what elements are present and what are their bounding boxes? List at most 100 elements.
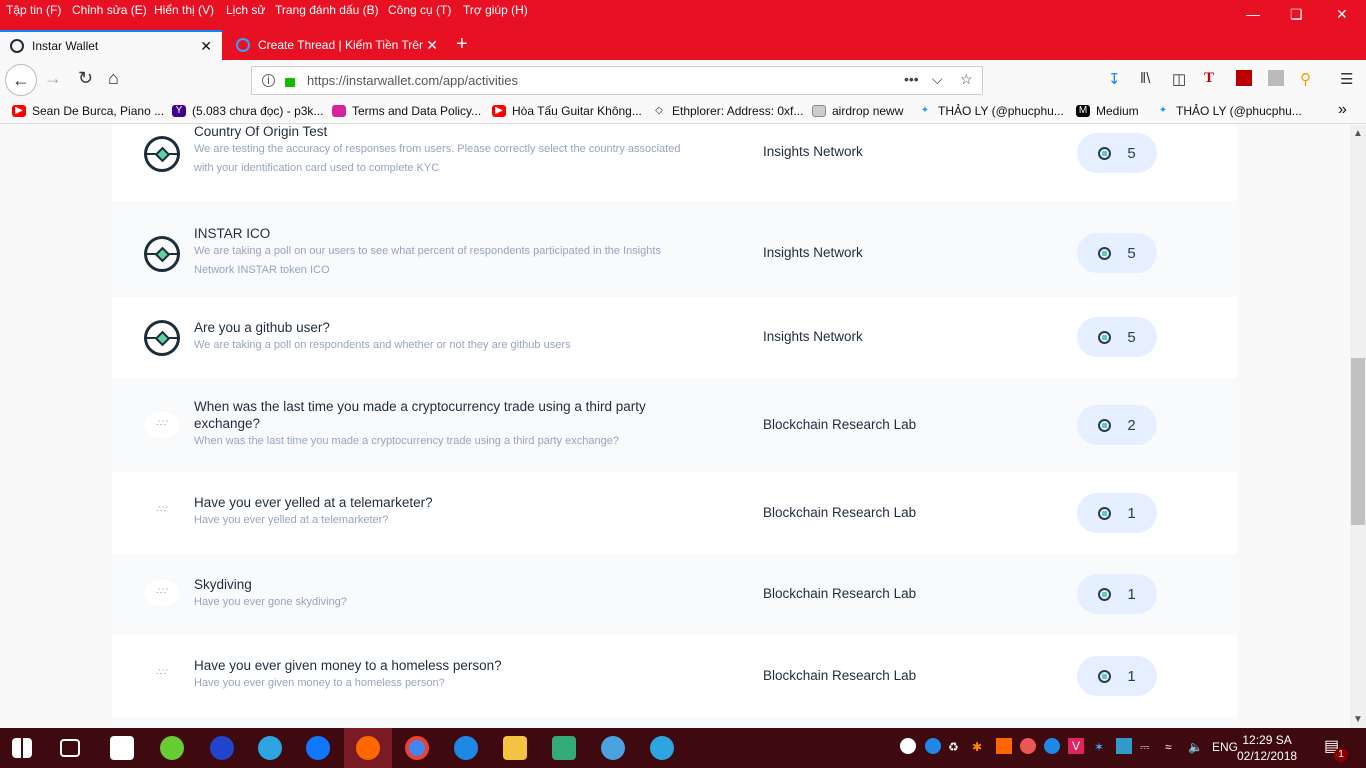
blockchain-research-lab-logo-icon: ∴∵ (144, 498, 180, 524)
bookmark[interactable]: ▶ Sean De Burca, Piano ... (12, 104, 164, 118)
page-actions-icon[interactable]: ••• (904, 71, 919, 87)
avast-icon[interactable]: ✱ (972, 740, 982, 754)
bookmark[interactable]: ✦ THẢO LY (@phucphu... (1156, 104, 1302, 118)
minimize-button[interactable]: — (1246, 6, 1260, 22)
menu-file[interactable]: Tập tin (F) (6, 3, 61, 17)
app-icon[interactable] (454, 736, 478, 760)
app-icon[interactable] (552, 736, 576, 760)
windows-start-icon[interactable] (12, 738, 32, 758)
notification-count: 1 (1334, 748, 1348, 762)
more-bookmarks-icon[interactable]: » (1338, 101, 1347, 119)
reward-badge[interactable]: 1 (1077, 493, 1157, 533)
tray-app-icon[interactable] (1020, 738, 1036, 754)
reward-badge[interactable]: 5 (1077, 317, 1157, 357)
scroll-down-icon[interactable]: ▼ (1353, 714, 1363, 725)
reward-badge[interactable]: 1 (1077, 574, 1157, 614)
activity-row[interactable]: ∴∵ Skydiving Have you ever gone skydiving… (112, 554, 1237, 635)
instar-token-icon (1098, 330, 1112, 344)
home-button[interactable]: ⌂ (108, 68, 119, 89)
bookmark[interactable]: ◇ Ethplorer: Address: 0xf... (652, 104, 803, 118)
activity-row[interactable]: ∴∵ Have you ever yelled at a telemarkete… (112, 472, 1237, 554)
telegram-icon[interactable] (258, 736, 282, 760)
info-icon[interactable]: i (262, 74, 275, 87)
activity-row[interactable]: Are you a github user? We are taking a po… (112, 297, 1237, 378)
tray-app-icon[interactable] (996, 738, 1012, 754)
tray-app-icon[interactable] (925, 738, 941, 754)
activity-organization: Blockchain Research Lab (763, 505, 917, 520)
reward-badge[interactable]: 5 (1077, 233, 1157, 273)
reward-badge[interactable]: 5 (1077, 133, 1157, 173)
activity-organization: Insights Network (763, 245, 863, 260)
activity-row[interactable]: ∴∵ Have you ever given money to a homele… (112, 635, 1237, 717)
telegram-icon[interactable] (650, 736, 674, 760)
firefox-icon[interactable] (356, 736, 380, 760)
hamburger-menu-icon[interactable]: ☰ (1340, 70, 1353, 88)
activity-row[interactable]: INSTAR ICO We are taking a poll on our us… (112, 201, 1237, 297)
mail-app-icon[interactable] (110, 736, 134, 760)
app-icon[interactable] (601, 736, 625, 760)
sidebar-icon[interactable]: ◫ (1172, 70, 1186, 88)
bluetooth-icon[interactable]: ✶ (1094, 740, 1104, 754)
instar-favicon-icon (10, 39, 24, 53)
instar-token-icon (1098, 506, 1112, 520)
wifi-hotspot-icon[interactable]: ♻ (948, 740, 959, 754)
close-tab-icon[interactable]: ✕ (200, 38, 212, 55)
reload-button[interactable]: ↻ (78, 68, 93, 89)
scroll-up-icon[interactable]: ▲ (1353, 128, 1363, 139)
bookmark[interactable]: M Medium (1076, 104, 1139, 118)
bookmark-star-icon[interactable]: ☆ (960, 71, 973, 88)
firefox-dev-icon[interactable] (306, 736, 330, 760)
reward-amount: 1 (1127, 667, 1136, 685)
back-button[interactable]: ← (5, 64, 37, 96)
activity-row[interactable] (112, 717, 1237, 728)
library-icon[interactable]: ‖\ (1140, 70, 1150, 87)
viewcount-extension-icon[interactable] (1236, 70, 1252, 86)
network-icon[interactable]: ≈ (1165, 740, 1172, 754)
bookmark-folder[interactable]: airdrop neww (812, 104, 903, 118)
forward-button[interactable]: → (44, 68, 62, 89)
activity-row[interactable]: ∴∵ When was the last time you made a cry… (112, 378, 1237, 472)
menu-edit[interactable]: Chỉnh sửa (E) (72, 3, 147, 17)
download-icon[interactable]: ↧ (1108, 70, 1121, 88)
task-view-icon[interactable] (60, 739, 80, 757)
restore-button[interactable]: ❏ (1290, 6, 1303, 23)
pocket-icon[interactable]: ⌵ (932, 71, 943, 88)
url-text[interactable]: https://instarwallet.com/app/activities (307, 73, 518, 88)
menu-bookmarks[interactable]: Trang đánh dấu (B) (275, 3, 379, 17)
activity-description: Have you ever given money to a homeless … (194, 677, 445, 689)
close-window-button[interactable]: ✕ (1336, 6, 1348, 23)
scrollbar-thumb[interactable] (1351, 358, 1365, 525)
reward-badge[interactable]: 2 (1077, 405, 1157, 445)
bookmark[interactable]: Y (5.083 chưa đọc) - p3k... (172, 104, 323, 118)
menu-history[interactable]: Lịch sử (226, 3, 265, 17)
volume-icon[interactable]: 🔈 (1188, 740, 1203, 754)
reward-badge[interactable]: 1 (1077, 656, 1157, 696)
clock[interactable]: 12:29 SA 02/12/2018 (1237, 732, 1297, 764)
key-extension-icon[interactable]: ⚲ (1300, 70, 1311, 88)
input-language[interactable]: ENG (1212, 740, 1238, 754)
close-tab-icon[interactable]: ✕ (426, 37, 438, 54)
tray-app-icon[interactable] (1044, 738, 1060, 754)
bookmark[interactable]: Terms and Data Policy... (332, 104, 481, 118)
menu-help[interactable]: Trợ giúp (H) (463, 3, 528, 17)
vivaldi-icon[interactable]: V (1068, 738, 1084, 754)
menu-tools[interactable]: Công cụ (T) (388, 3, 451, 17)
chrome-icon[interactable] (405, 736, 429, 760)
new-tab-button[interactable]: + (456, 33, 468, 56)
bookmark[interactable]: ✦ THẢO LY (@phucphu... (918, 104, 1064, 118)
activity-row[interactable]: Country Of Origin Test We are testing the… (112, 125, 1237, 201)
url-bar[interactable]: i https://instarwallet.com/app/activitie… (251, 66, 983, 95)
extension-icon[interactable] (1268, 70, 1284, 86)
tab-instar-wallet[interactable]: Instar Wallet ✕ (0, 30, 222, 60)
app-icon[interactable] (210, 736, 234, 760)
bookmark[interactable]: ▶ Hòa Tấu Guitar Không... (492, 104, 642, 118)
tray-app-icon[interactable] (900, 738, 916, 754)
blockchain-research-lab-logo-icon: ∴∵ (144, 661, 180, 687)
file-explorer-icon[interactable] (503, 736, 527, 760)
app-icon[interactable] (160, 736, 184, 760)
tray-app-icon[interactable] (1116, 738, 1132, 754)
extension-t-icon[interactable]: T (1204, 70, 1214, 87)
battery-icon[interactable]: ⎓ (1140, 740, 1150, 755)
tab-create-thread[interactable]: Create Thread | Kiếm Tiền Trên ✕ (226, 30, 448, 60)
menu-view[interactable]: Hiển thị (V) (154, 3, 214, 17)
